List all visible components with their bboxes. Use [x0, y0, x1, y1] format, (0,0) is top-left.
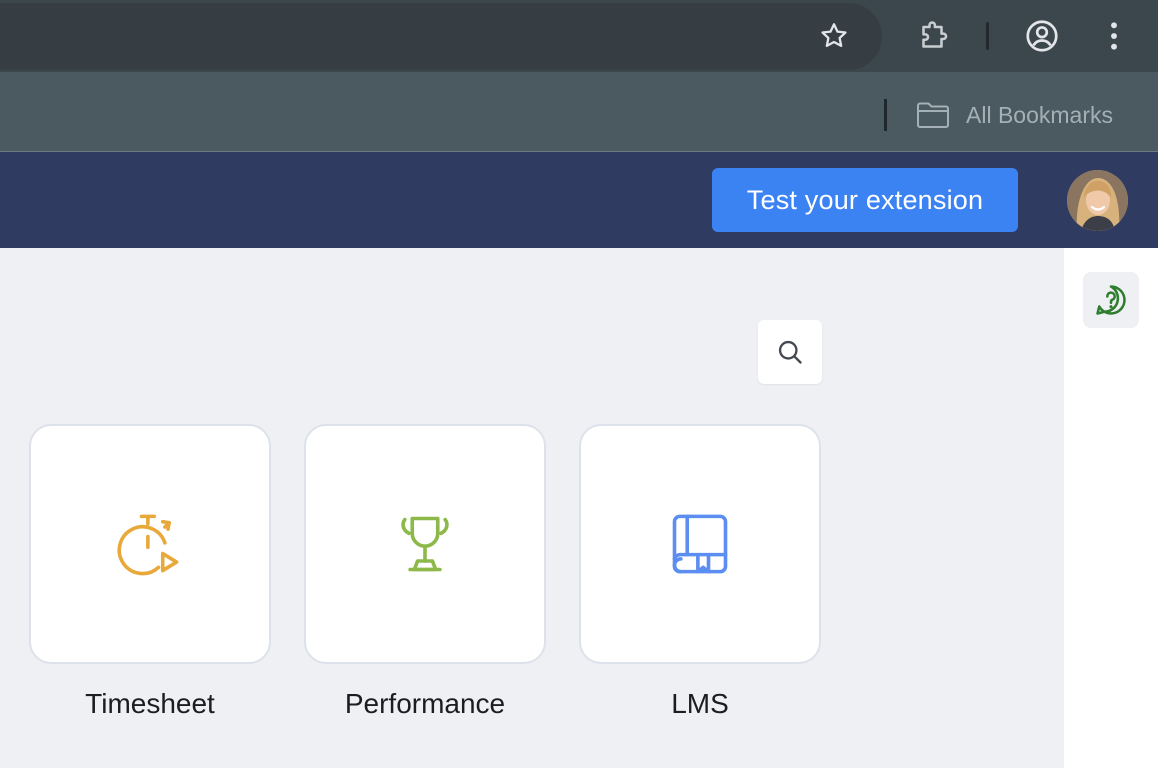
app-label-lms: LMS — [671, 688, 729, 719]
bookmarks-bar: All Bookmarks — [0, 72, 1158, 152]
app-tile-performance[interactable] — [304, 424, 546, 664]
app-tile-timesheet[interactable] — [29, 424, 271, 664]
folder-icon — [917, 102, 949, 128]
profile-button[interactable] — [1020, 14, 1064, 58]
puzzle-icon — [922, 21, 948, 48]
star-icon — [821, 23, 847, 47]
bookmark-star-button[interactable] — [812, 14, 856, 58]
user-photo — [1067, 170, 1128, 231]
browser-menu-button[interactable] — [1092, 14, 1136, 58]
search-button[interactable] — [758, 320, 822, 384]
stopwatch-play-icon — [117, 514, 179, 576]
extensions-button[interactable] — [912, 14, 956, 58]
help-button[interactable] — [1083, 272, 1139, 328]
app-tile-lms[interactable] — [579, 424, 821, 664]
test-extension-button[interactable]: Test your extension — [712, 168, 1018, 232]
avatar[interactable] — [1067, 170, 1128, 231]
toolbar-divider — [986, 22, 989, 50]
all-bookmarks-button[interactable]: All Bookmarks — [916, 98, 1113, 132]
profile-icon — [1026, 20, 1058, 52]
search-icon — [778, 340, 802, 364]
right-rail — [1064, 248, 1158, 768]
app-label-timesheet: Timesheet — [85, 688, 215, 719]
all-bookmarks-label: All Bookmarks — [966, 101, 1113, 128]
trophy-icon — [401, 516, 449, 572]
app-header: Test your extension — [0, 152, 1158, 248]
book-icon — [672, 514, 728, 574]
app-label-performance: Performance — [344, 688, 506, 719]
browser-toolbar — [0, 0, 1158, 72]
bookmarks-divider — [884, 99, 887, 131]
address-bar[interactable] — [0, 3, 882, 70]
main-content: Timesheet Performance LMS — [0, 248, 1064, 768]
help-chat-icon — [1096, 285, 1126, 315]
kebab-menu-icon — [1111, 22, 1117, 50]
